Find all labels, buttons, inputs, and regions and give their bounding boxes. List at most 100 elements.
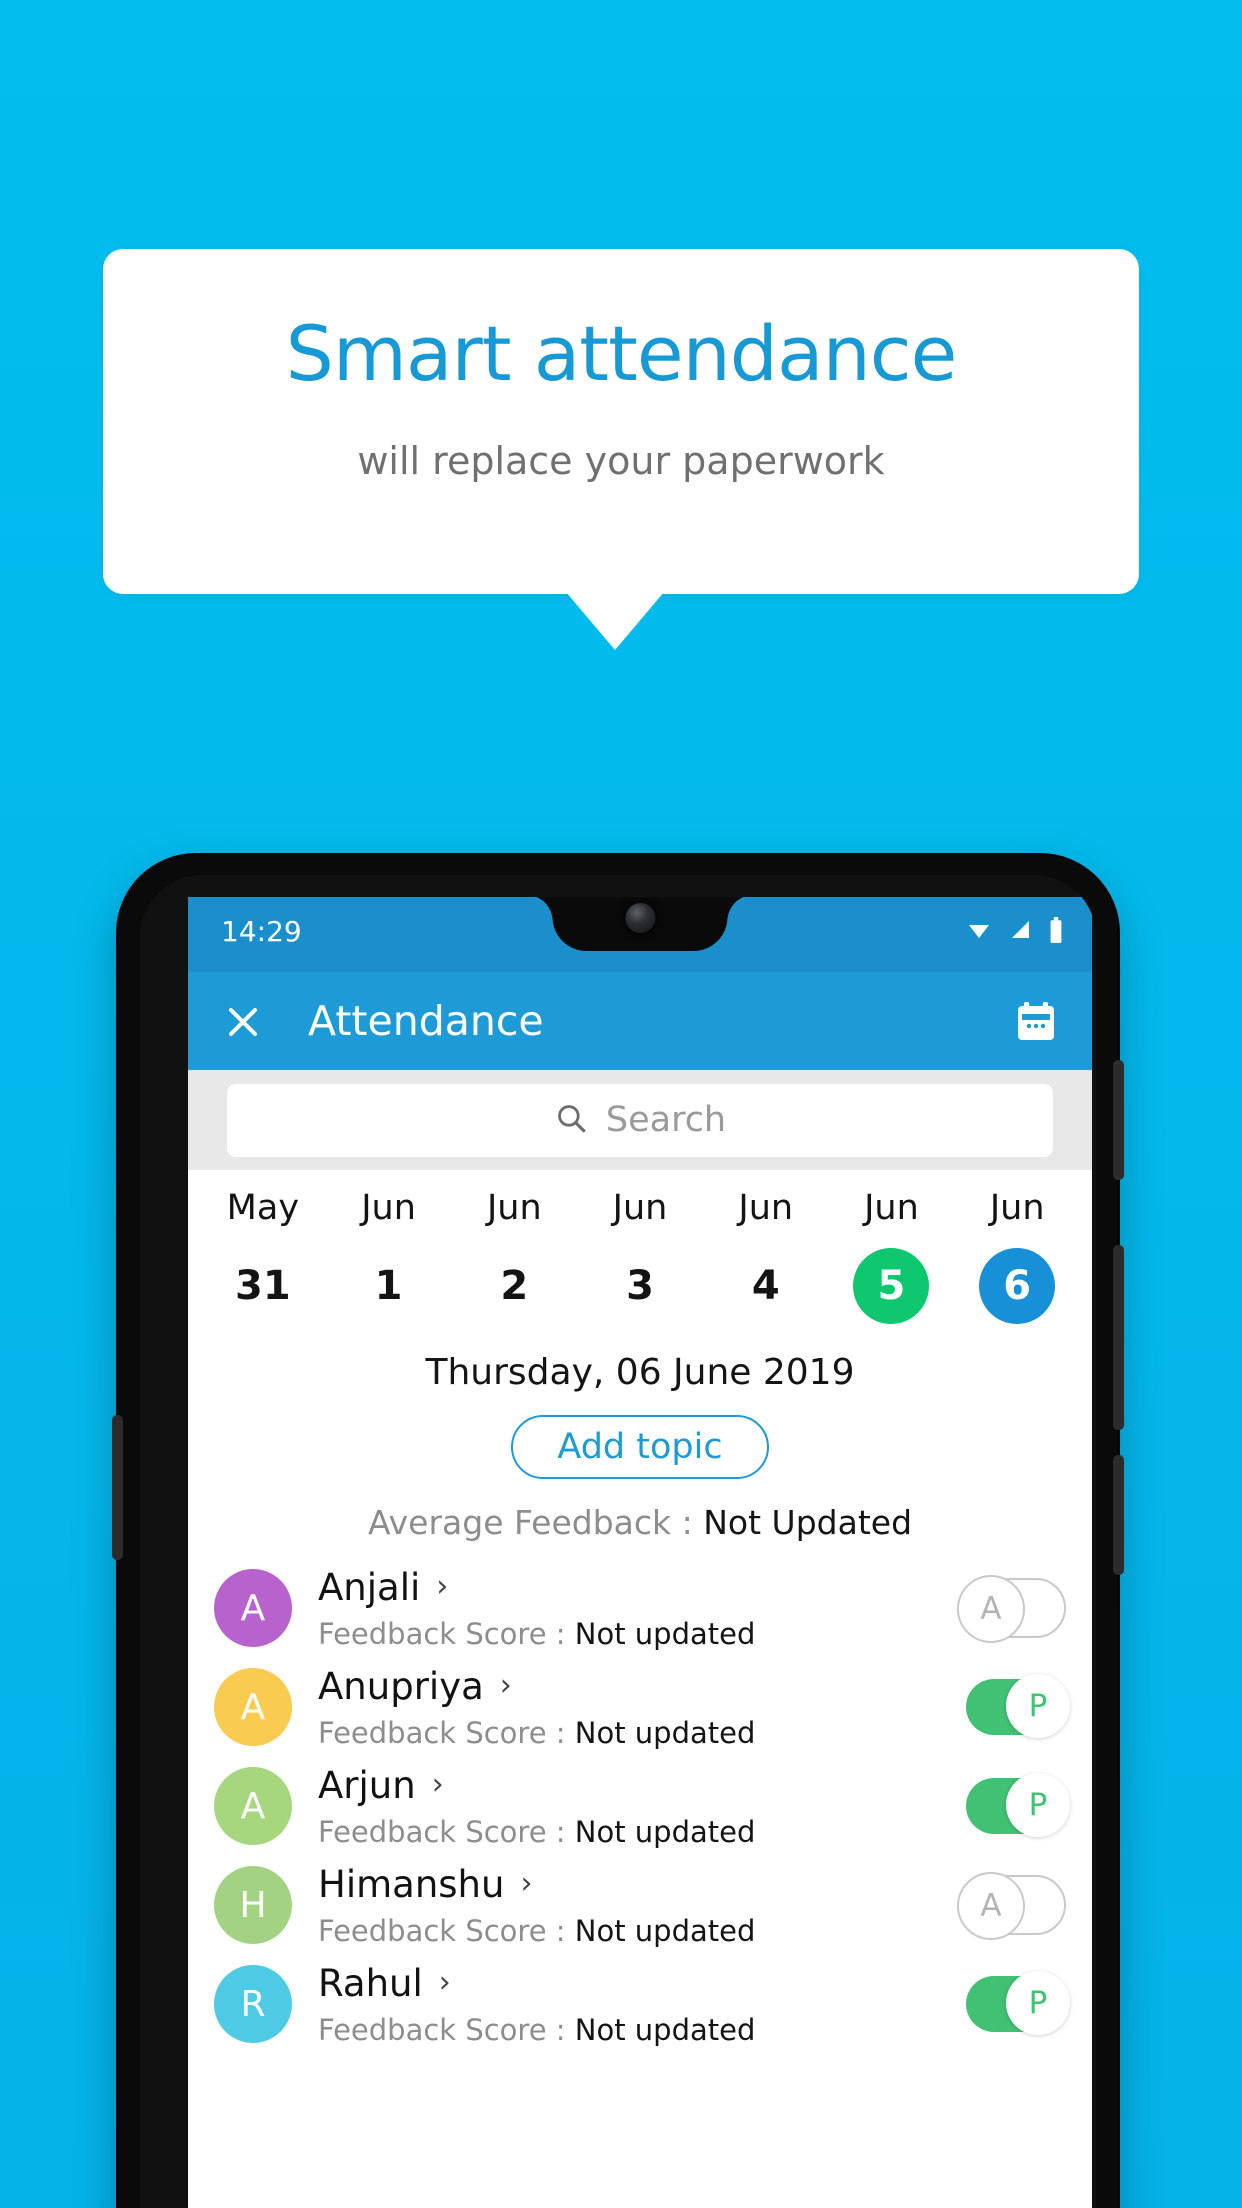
date-month-label: Jun bbox=[361, 1188, 416, 1228]
date-month-label: Jun bbox=[989, 1188, 1045, 1228]
date-cell[interactable]: Jun 6 bbox=[954, 1188, 1080, 1324]
student-name-row[interactable]: Anjali › bbox=[318, 1566, 962, 1609]
date-day-number: 5 bbox=[853, 1248, 930, 1324]
date-strip: May 31 Jun 1 Jun 2 Jun 3 Jun 4 Jun 5 Jun 6 bbox=[188, 1170, 1092, 1330]
date-cell[interactable]: Jun 3 bbox=[577, 1188, 703, 1324]
student-name: Arjun bbox=[318, 1763, 416, 1807]
feedback-score-label: Feedback Score : bbox=[318, 1814, 575, 1849]
student-info: Anupriya › Feedback Score : Not updated bbox=[318, 1665, 966, 1750]
date-cell[interactable]: Jun 5 bbox=[829, 1188, 955, 1324]
promo-stage: Smart attendance will replace your paper… bbox=[0, 0, 1242, 2208]
date-month-label: May bbox=[226, 1188, 300, 1228]
avatar: H bbox=[214, 1866, 292, 1944]
add-topic-container: Add topic bbox=[188, 1415, 1092, 1479]
date-day-number: 6 bbox=[979, 1248, 1056, 1324]
promo-title: Smart attendance bbox=[285, 309, 958, 398]
status-bar-time: 14:29 bbox=[221, 915, 302, 948]
chevron-right-icon[interactable]: › bbox=[436, 1572, 448, 1602]
student-name: Rahul bbox=[318, 1961, 423, 2005]
page-title: Attendance bbox=[308, 997, 544, 1045]
close-icon[interactable] bbox=[216, 995, 268, 1047]
selected-date-label: Thursday, 06 June 2019 bbox=[425, 1352, 855, 1393]
feedback-score-value: Not updated bbox=[574, 1913, 756, 1948]
chevron-right-icon[interactable]: › bbox=[500, 1671, 512, 1701]
battery-icon bbox=[1048, 917, 1064, 948]
avatar: A bbox=[214, 1767, 292, 1845]
student-row[interactable]: A Arjun › Feedback Score : Not updated P bbox=[188, 1758, 1092, 1854]
chevron-right-icon[interactable]: › bbox=[432, 1770, 444, 1800]
student-name-row[interactable]: Anupriya › bbox=[318, 1665, 966, 1708]
student-row[interactable]: R Rahul › Feedback Score : Not updated P bbox=[188, 1956, 1092, 2052]
student-name: Himanshu bbox=[318, 1862, 505, 1906]
date-month-label: Jun bbox=[738, 1188, 794, 1228]
date-month-label: Jun bbox=[612, 1188, 668, 1228]
phone-power-button[interactable] bbox=[1113, 1060, 1124, 1180]
attendance-toggle[interactable]: A bbox=[957, 1575, 1066, 1643]
attendance-toggle[interactable]: P bbox=[966, 1773, 1070, 1837]
search-input[interactable]: Search bbox=[227, 1083, 1053, 1157]
phone-mockup: 14:29 Attendance Search May 31 Jun 1 Jun… bbox=[112, 855, 1124, 2208]
attendance-toggle-knob: P bbox=[1006, 1674, 1070, 1738]
calendar-icon[interactable] bbox=[1012, 998, 1060, 1046]
date-cell[interactable]: Jun 1 bbox=[326, 1188, 452, 1324]
feedback-score: Feedback Score : Not updated bbox=[318, 1914, 962, 1948]
promo-card-tail bbox=[566, 592, 664, 650]
student-info: Rahul › Feedback Score : Not updated bbox=[318, 1962, 966, 2047]
add-topic-button[interactable]: Add topic bbox=[511, 1415, 769, 1479]
phone-assistant-button[interactable] bbox=[1113, 1455, 1124, 1575]
feedback-score: Feedback Score : Not updated bbox=[318, 1617, 962, 1651]
feedback-score-label: Feedback Score : bbox=[318, 1913, 575, 1948]
attendance-toggle[interactable]: P bbox=[966, 1971, 1070, 2035]
avatar: A bbox=[214, 1668, 292, 1746]
date-day-number: 3 bbox=[626, 1263, 654, 1309]
front-camera bbox=[625, 903, 655, 933]
feedback-score-label: Feedback Score : bbox=[318, 1715, 575, 1750]
phone-notch bbox=[526, 897, 754, 951]
attendance-toggle-knob: P bbox=[1006, 1773, 1070, 1837]
student-name-row[interactable]: Arjun › bbox=[318, 1764, 966, 1807]
feedback-score-label: Feedback Score : bbox=[318, 1616, 575, 1651]
status-bar-icons bbox=[964, 917, 1064, 948]
date-month-label: Jun bbox=[486, 1188, 542, 1228]
date-day-number: 2 bbox=[500, 1263, 529, 1309]
feedback-score-label: Feedback Score : bbox=[318, 2012, 575, 2047]
attendance-toggle-knob: A bbox=[957, 1872, 1025, 1940]
chevron-right-icon[interactable]: › bbox=[439, 1968, 451, 1998]
chevron-right-icon[interactable]: › bbox=[520, 1869, 532, 1899]
feedback-score-value: Not updated bbox=[574, 2012, 756, 2047]
attendance-toggle-knob: P bbox=[1006, 1971, 1070, 2035]
average-feedback: Average Feedback : Not Updated bbox=[188, 1503, 1092, 1542]
date-month-label: Jun bbox=[864, 1188, 919, 1228]
student-info: Anjali › Feedback Score : Not updated bbox=[318, 1566, 962, 1651]
app-bar: Attendance bbox=[188, 972, 1092, 1070]
status-bar: 14:29 bbox=[188, 897, 1092, 972]
date-cell[interactable]: May 31 bbox=[200, 1188, 326, 1324]
date-cell[interactable]: Jun 2 bbox=[451, 1188, 577, 1324]
search-placeholder: Search bbox=[605, 1100, 727, 1140]
search-icon bbox=[554, 1101, 588, 1140]
student-name-row[interactable]: Himanshu › bbox=[318, 1863, 962, 1906]
student-info: Himanshu › Feedback Score : Not updated bbox=[318, 1863, 962, 1948]
student-row[interactable]: H Himanshu › Feedback Score : Not updated A bbox=[188, 1857, 1092, 1953]
phone-left-button[interactable] bbox=[112, 1415, 123, 1560]
attendance-toggle[interactable]: P bbox=[966, 1674, 1070, 1738]
avatar: R bbox=[214, 1965, 292, 2043]
search-bar-container: Search bbox=[188, 1070, 1092, 1170]
student-info: Arjun › Feedback Score : Not updated bbox=[318, 1764, 966, 1849]
attendance-toggle[interactable]: A bbox=[957, 1872, 1066, 1940]
student-name: Anupriya bbox=[318, 1664, 484, 1708]
student-row[interactable]: A Anjali › Feedback Score : Not updated A bbox=[188, 1560, 1092, 1656]
feedback-score-value: Not updated bbox=[574, 1814, 756, 1849]
student-name-row[interactable]: Rahul › bbox=[318, 1962, 966, 2005]
student-name: Anjali bbox=[318, 1565, 421, 1609]
promo-card: Smart attendance will replace your paper… bbox=[103, 249, 1139, 594]
feedback-score-value: Not updated bbox=[574, 1616, 756, 1651]
feedback-score: Feedback Score : Not updated bbox=[318, 1815, 966, 1849]
student-row[interactable]: A Anupriya › Feedback Score : Not updated P bbox=[188, 1659, 1092, 1755]
phone-screen: 14:29 Attendance Search May 31 Jun 1 Jun… bbox=[188, 897, 1092, 2208]
attendance-toggle-knob: A bbox=[957, 1575, 1025, 1643]
date-cell[interactable]: Jun 4 bbox=[703, 1188, 829, 1324]
student-list: A Anjali › Feedback Score : Not updated A A An… bbox=[188, 1560, 1092, 2052]
phone-volume-button[interactable] bbox=[1113, 1245, 1124, 1430]
avatar: A bbox=[214, 1569, 292, 1647]
